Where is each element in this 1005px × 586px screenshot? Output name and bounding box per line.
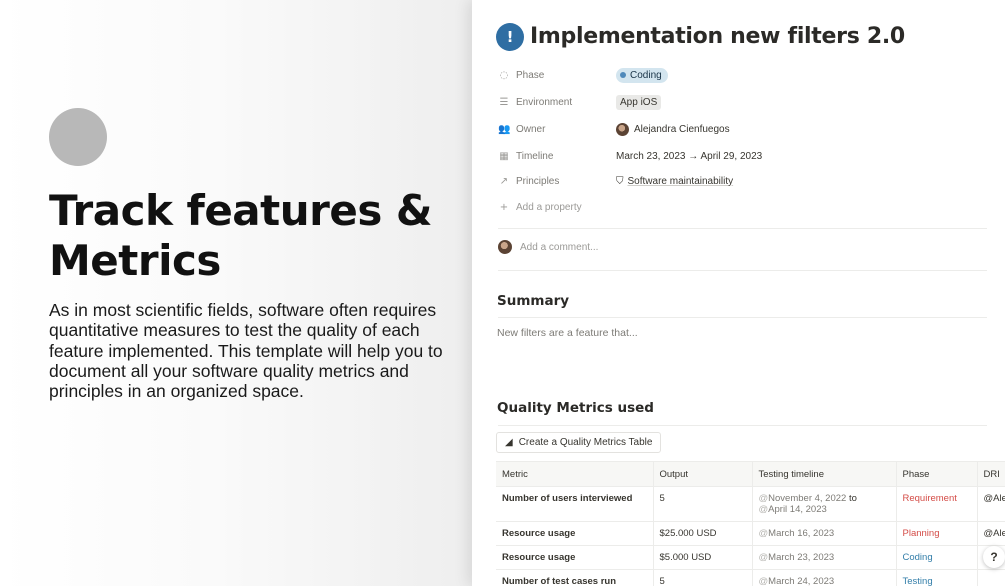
metrics-table: Metric Output Testing timeline Phase DRI… [496, 461, 1005, 586]
avatar [498, 240, 512, 254]
metrics-heading: Quality Metrics used [497, 400, 654, 416]
timeline-cell[interactable]: @March 16, 2023 [752, 521, 897, 546]
property-label: Principles [516, 175, 560, 187]
create-metrics-table-button[interactable]: ◢ Create a Quality Metrics Table [496, 432, 662, 453]
phase-cell[interactable]: Requirement [896, 486, 978, 522]
notion-page-preview: ! Implementation new filters 2.0 ◌ Phase… [472, 0, 1005, 586]
property-phase[interactable]: ◌ Phase Coding [498, 64, 668, 86]
property-principles[interactable]: ↗ Principles ⛉ Software maintainability [498, 170, 733, 192]
avatar [616, 122, 629, 136]
divider [498, 228, 987, 229]
column-header[interactable]: Testing timeline [752, 461, 897, 487]
property-label: Owner [516, 123, 546, 135]
help-button[interactable]: ? [983, 546, 1005, 568]
chart-icon: ◢ [505, 437, 513, 448]
add-property-button[interactable]: + Add a property [498, 196, 582, 218]
end-date: April 14, 2023 [768, 504, 827, 515]
phase-icon: ◌ [499, 69, 509, 81]
environment-tag[interactable]: App iOS [616, 94, 662, 110]
dri-cell[interactable] [977, 569, 1005, 586]
divider [498, 317, 987, 318]
timeline-cell[interactable]: @March 24, 2023 [752, 569, 897, 586]
exclamation-badge-icon[interactable]: ! [498, 24, 522, 49]
table-row[interactable]: Number of test cases run 5 @March 24, 20… [496, 569, 1005, 586]
marketing-body: As in most scientific fields, software o… [49, 300, 443, 402]
timeline-value[interactable]: March 23, 2023 → April 29, 2023 [616, 151, 762, 162]
page-title[interactable]: Implementation new filters 2.0 [530, 24, 905, 49]
output-cell[interactable]: 5 [653, 486, 753, 522]
property-timeline[interactable]: ▦ Timeline March 23, 2023 → April 29, 20… [498, 145, 762, 167]
status-badge[interactable]: Coding [616, 67, 668, 83]
timeline-cell[interactable]: @November 4, 2022 to @April 14, 2023 [752, 486, 897, 522]
output-cell[interactable]: $25.000 USD [653, 521, 753, 546]
owner-name[interactable]: Alejandra Cienfuegos [634, 124, 730, 135]
table-row[interactable]: Number of users interviewed 5 @November … [496, 486, 1005, 522]
construction-icon: ⛉ [616, 175, 624, 187]
phase-cell[interactable]: Planning [896, 521, 978, 546]
plus-icon: + [499, 201, 509, 213]
table-header-row: Metric Output Testing timeline Phase DRI [496, 461, 1005, 487]
marketing-panel: Track features & Metrics As in most scie… [0, 0, 472, 586]
comment-placeholder: Add a comment... [520, 241, 599, 253]
column-header[interactable]: DRI [977, 461, 1005, 487]
phase-cell[interactable]: Testing [896, 569, 978, 586]
property-label: Timeline [516, 150, 554, 162]
people-icon: 👥 [498, 123, 511, 135]
column-header[interactable]: Metric [496, 461, 654, 487]
output-cell[interactable]: 5 [653, 569, 753, 586]
property-environment[interactable]: ☰ Environment App iOS [498, 91, 662, 113]
metric-cell[interactable]: Number of test cases run [496, 569, 654, 586]
property-label: Phase [516, 69, 545, 81]
dri-cell[interactable]: @Ale [977, 521, 1005, 546]
summary-text[interactable]: New filters are a feature that... [497, 327, 638, 339]
column-header[interactable]: Phase [896, 461, 978, 487]
marketing-headline: Track features & Metrics [49, 186, 433, 285]
logo-placeholder [49, 108, 107, 166]
calendar-icon: ▦ [499, 150, 509, 162]
metric-cell[interactable]: Resource usage [496, 521, 654, 546]
metric-cell[interactable]: Number of users interviewed [496, 486, 654, 522]
phase-cell[interactable]: Coding [896, 545, 978, 570]
page-title-row: ! Implementation new filters 2.0 [498, 24, 905, 49]
principle-link[interactable]: Software maintainability [628, 176, 734, 187]
comment-input[interactable]: Add a comment... [498, 240, 598, 254]
arrow-up-right-icon: ↗ [499, 175, 509, 187]
column-header[interactable]: Output [653, 461, 753, 487]
list-icon: ☰ [499, 96, 509, 108]
output-cell[interactable]: $5.000 USD [653, 545, 753, 570]
divider [498, 425, 987, 426]
table-row[interactable]: Resource usage $25.000 USD @March 16, 20… [496, 521, 1005, 546]
property-owner[interactable]: 👥 Owner Alejandra Cienfuegos [498, 118, 730, 140]
table-row[interactable]: Resource usage $5.000 USD @March 23, 202… [496, 545, 1005, 570]
dri-cell[interactable]: @Ale [977, 486, 1005, 522]
divider [498, 270, 987, 271]
property-label: Environment [516, 96, 573, 108]
start-date: November 4, 2022 [768, 493, 847, 504]
metric-cell[interactable]: Resource usage [496, 545, 654, 570]
timeline-cell[interactable]: @March 23, 2023 [752, 545, 897, 570]
summary-heading: Summary [497, 293, 570, 309]
